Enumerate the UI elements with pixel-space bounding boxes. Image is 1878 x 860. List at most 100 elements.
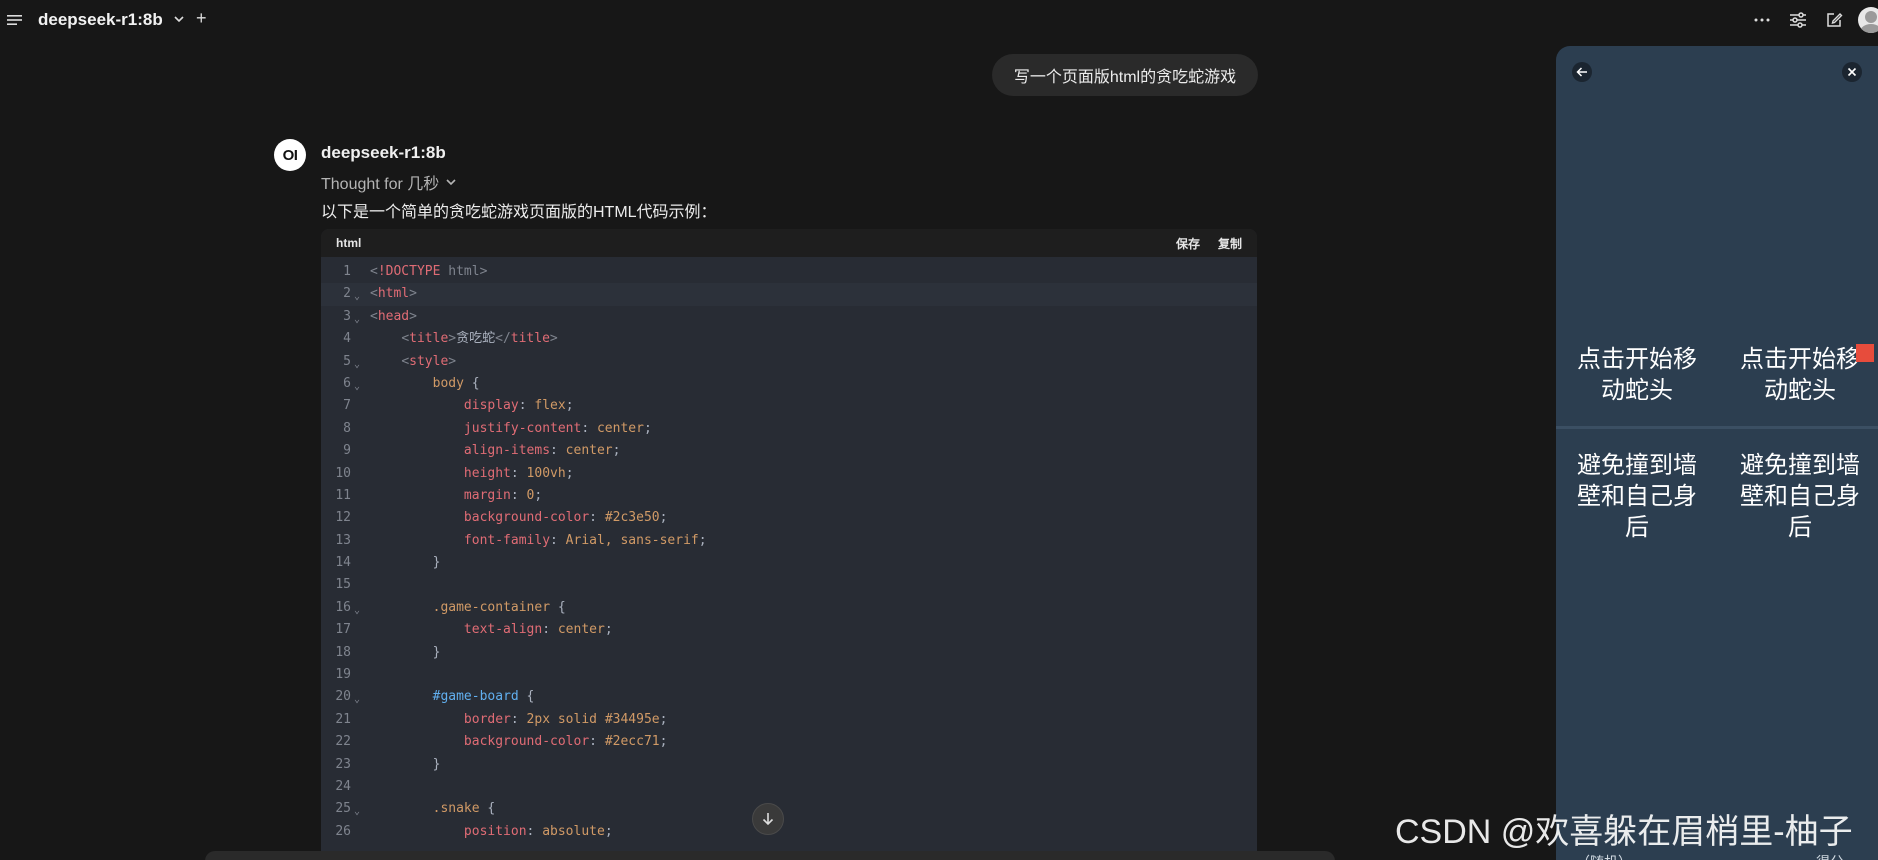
code-line: 7 display: flex;	[321, 395, 1257, 417]
code-line: 21 border: 2px solid #34495e;	[321, 709, 1257, 731]
code-text: <html>	[370, 286, 417, 302]
code-line: 22 background-color: #2ecc71;	[321, 731, 1257, 753]
code-line: 26 position: absolute;	[321, 821, 1257, 843]
code-line: 6 ⌄ body {	[321, 373, 1257, 395]
line-number: 21	[335, 711, 351, 727]
code-line: 4 <title>贪吃蛇</title>	[321, 328, 1257, 350]
message-input-bar[interactable]	[205, 851, 1335, 860]
sliders-icon[interactable]	[1787, 9, 1809, 31]
code-line: 23 }	[321, 754, 1257, 776]
code-line: 13 font-family: Arial, sans-serif;	[321, 530, 1257, 552]
line-number: 8	[343, 420, 351, 436]
code-line: 24	[321, 776, 1257, 798]
code-header: html 保存 复制	[321, 229, 1257, 257]
code-text: display: flex;	[463, 398, 574, 414]
snake-food	[1856, 344, 1874, 362]
thought-label: Thought for 几秒	[321, 176, 440, 193]
user-avatar[interactable]	[1858, 7, 1878, 33]
code-text: <style>	[401, 353, 457, 369]
code-line: 5 ⌄ <style>	[321, 351, 1257, 373]
code-line: 25 ⌄ .snake {	[321, 798, 1257, 820]
code-line: 16 ⌄ .game-container {	[321, 597, 1257, 619]
top-bar: deepseek-r1:8b +	[0, 0, 1878, 42]
chevron-down-icon	[446, 179, 456, 186]
code-text: background-color: #2c3e50;	[463, 510, 668, 526]
code-line: 8 justify-content: center;	[321, 418, 1257, 440]
code-text: border: 2px solid #34495e;	[463, 711, 668, 727]
line-number: 19	[335, 667, 351, 683]
line-number: 17	[335, 622, 351, 638]
more-icon[interactable]	[1751, 9, 1773, 31]
close-button[interactable]	[1842, 62, 1862, 82]
preview-footer-right: 得分	[1816, 852, 1844, 860]
code-line: 11 margin: 0;	[321, 485, 1257, 507]
code-text: margin: 0;	[463, 487, 543, 503]
thought-toggle[interactable]: Thought for 几秒	[321, 170, 457, 194]
code-text: <!DOCTYPE html>	[370, 264, 488, 279]
code-text: }	[370, 644, 441, 660]
model-selector[interactable]: deepseek-r1:8b	[38, 10, 163, 30]
code-block: html 保存 复制 1 <!DOCTYPE html> 2 ⌄ <html> 3 ⌄ <he…	[321, 229, 1257, 860]
code-line: 17 text-align: center;	[321, 619, 1257, 641]
artifact-preview-panel: 点击开始移动蛇头 点击开始移动蛇头 避免撞到墙壁和自己身后 避免撞到墙壁和自己身…	[1556, 46, 1878, 860]
edit-icon[interactable]	[1823, 9, 1845, 31]
code-line: 10 height: 100vh;	[321, 463, 1257, 485]
user-message-text: 写一个页面版html的贪吃蛇游戏	[1013, 69, 1237, 86]
code-text: height: 100vh;	[463, 465, 574, 481]
code-text: justify-content: center;	[463, 420, 652, 436]
preview-footer-left: （随机）	[1576, 852, 1632, 860]
line-number: 4	[343, 331, 351, 347]
close-icon	[1847, 67, 1857, 77]
line-number: 18	[335, 644, 351, 660]
chevron-down-icon[interactable]	[172, 12, 186, 26]
plus-icon[interactable]: +	[196, 9, 210, 27]
code-text: body {	[432, 375, 480, 391]
line-number: 24	[335, 778, 351, 794]
code-text: position: absolute;	[463, 823, 613, 839]
scroll-to-bottom-button[interactable]	[752, 803, 784, 835]
save-button[interactable]: 保存	[1176, 235, 1200, 252]
code-text: }	[370, 555, 441, 571]
back-button[interactable]	[1572, 62, 1592, 82]
line-number: 3	[343, 308, 351, 324]
code-text: <title>贪吃蛇</title>	[401, 331, 558, 347]
line-number: 22	[335, 734, 351, 750]
line-number: 16	[335, 599, 351, 615]
code-line: 20 ⌄ #game-board {	[321, 686, 1257, 708]
line-number: 5	[343, 353, 351, 369]
code-line: 12 background-color: #2c3e50;	[321, 507, 1257, 529]
line-number: 10	[335, 465, 351, 481]
code-line: 1 <!DOCTYPE html>	[321, 261, 1257, 283]
code-text: <head>	[370, 308, 417, 324]
code-text: background-color: #2ecc71;	[463, 734, 668, 750]
code-line: 19	[321, 664, 1257, 686]
code-line: 18 }	[321, 642, 1257, 664]
preview-instruction-text: 避免撞到墙壁和自己身后	[1740, 452, 1860, 541]
assistant-name: deepseek-r1:8b	[321, 143, 446, 162]
menu-icon[interactable]	[7, 13, 23, 27]
code-text: text-align: center;	[463, 622, 613, 638]
code-editor[interactable]: 1 <!DOCTYPE html> 2 ⌄ <html> 3 ⌄ <head> 4 <title…	[321, 257, 1257, 843]
watermark: CSDN @欢喜躲在眉梢里-柚子	[1395, 813, 1853, 851]
line-number: 7	[343, 398, 351, 414]
code-line: 14 }	[321, 552, 1257, 574]
code-text: #game-board {	[432, 689, 535, 705]
line-number: 9	[343, 443, 351, 459]
line-number: 2	[343, 286, 351, 302]
copy-button[interactable]: 复制	[1218, 235, 1242, 252]
line-number: 12	[335, 510, 351, 526]
assistant-avatar-text: OI	[282, 146, 298, 164]
arrow-down-icon	[762, 813, 774, 826]
user-message-bubble: 写一个页面版html的贪吃蛇游戏	[992, 54, 1258, 96]
line-number: 26	[335, 823, 351, 839]
code-text: align-items: center;	[463, 443, 621, 459]
code-line: 9 align-items: center;	[321, 440, 1257, 462]
line-number: 11	[335, 487, 351, 503]
code-text: .snake {	[432, 801, 496, 817]
code-line: 3 ⌄ <head>	[321, 306, 1257, 328]
preview-instruction-text: 点击开始移动蛇头	[1740, 346, 1860, 404]
code-text: }	[370, 756, 441, 772]
line-number: 15	[335, 577, 351, 593]
code-text: font-family: Arial, sans-serif;	[463, 532, 707, 548]
line-number: 14	[335, 555, 351, 571]
